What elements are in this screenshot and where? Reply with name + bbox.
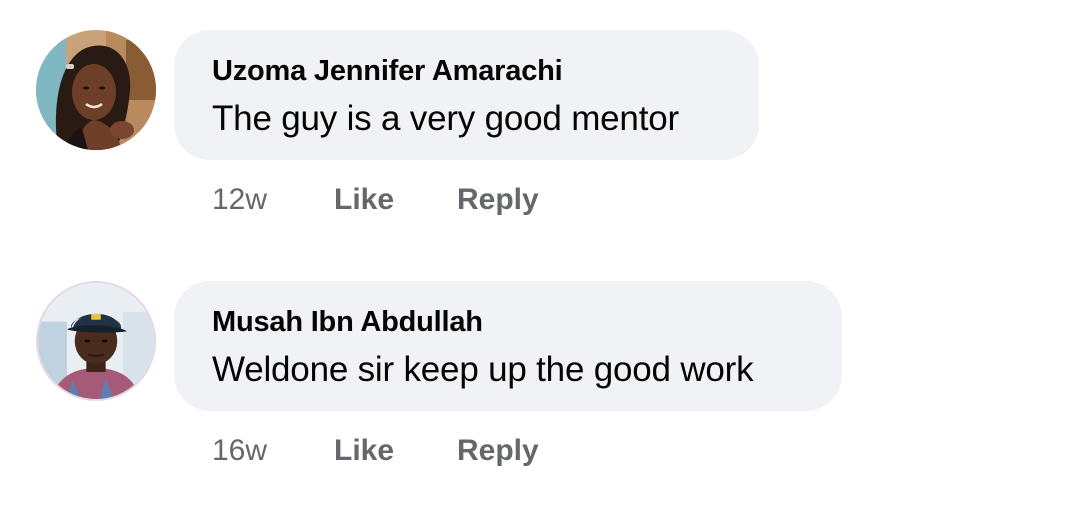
comment-item: Uzoma Jennifer Amarachi The guy is a ver…	[0, 0, 1080, 250]
like-button[interactable]: Like	[334, 434, 457, 468]
author-name[interactable]: Musah Ibn Abdullah	[212, 303, 804, 341]
comment-timestamp[interactable]: 16w	[212, 434, 334, 468]
author-name[interactable]: Uzoma Jennifer Amarachi	[212, 52, 721, 90]
like-button[interactable]: Like	[334, 183, 457, 217]
comment-actions: 16w Like Reply	[212, 431, 539, 471]
reply-button[interactable]: Reply	[457, 434, 539, 468]
comment-text: The guy is a very good mentor	[212, 99, 679, 138]
avatar[interactable]	[36, 281, 156, 401]
comment-text: Weldone sir keep up the good work	[212, 350, 754, 389]
comment-actions: 12w Like Reply	[212, 180, 539, 220]
comment-item: Musah Ibn Abdullah Weldone sir keep up t…	[0, 251, 1080, 501]
avatar[interactable]	[36, 30, 156, 150]
comment-bubble: Musah Ibn Abdullah Weldone sir keep up t…	[174, 281, 842, 411]
comment-timestamp[interactable]: 12w	[212, 183, 334, 217]
reply-button[interactable]: Reply	[457, 183, 539, 217]
comment-bubble: Uzoma Jennifer Amarachi The guy is a ver…	[174, 30, 759, 160]
profile-photo-icon	[36, 30, 156, 150]
profile-photo-icon	[38, 283, 154, 399]
